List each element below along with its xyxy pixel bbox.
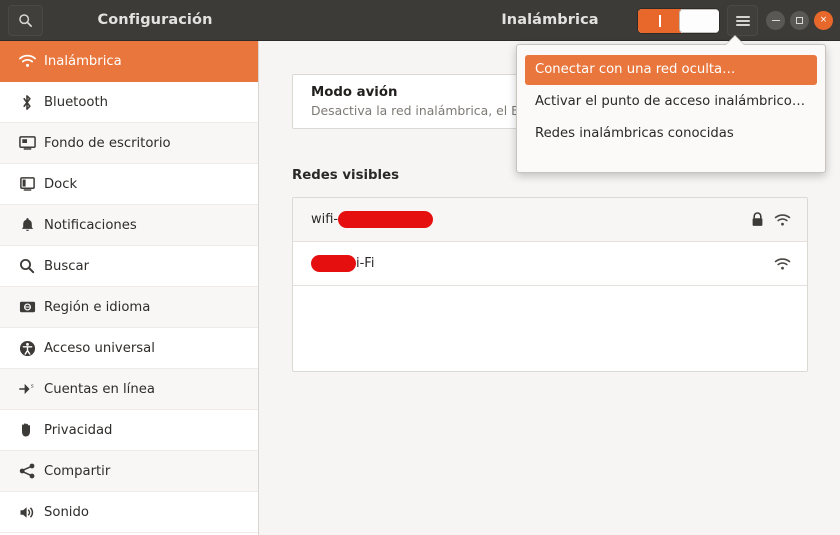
sidebar-item-inalambrica[interactable]: Inalámbrica bbox=[0, 41, 258, 82]
sidebar-item-label: Buscar bbox=[44, 258, 90, 274]
sidebar-item-region-e-idioma[interactable]: Región e idioma bbox=[0, 287, 258, 328]
wireless-menu-button[interactable] bbox=[727, 5, 758, 36]
accessibility-icon bbox=[14, 340, 40, 357]
redaction-block bbox=[338, 211, 434, 228]
toggle-on-side bbox=[638, 9, 681, 33]
maximize-icon bbox=[796, 17, 803, 24]
sidebar-item-sonido[interactable]: Sonido bbox=[0, 492, 258, 533]
close-icon: × bbox=[819, 15, 828, 25]
wifi-icon bbox=[14, 54, 40, 68]
network-row[interactable]: i-Fi bbox=[293, 242, 807, 286]
bell-icon bbox=[14, 217, 40, 233]
dock-icon bbox=[14, 176, 40, 192]
visible-networks-heading: Redes visibles bbox=[292, 168, 400, 183]
sidebar-item-label: Fondo de escritorio bbox=[44, 135, 171, 151]
app-title: Configuración bbox=[97, 12, 213, 28]
sidebar-item-label: Cuentas en línea bbox=[44, 381, 155, 397]
search-button[interactable] bbox=[8, 5, 43, 36]
redaction-block bbox=[311, 255, 356, 272]
bluetooth-icon bbox=[14, 94, 40, 111]
network-name-suffix: i-Fi bbox=[356, 256, 375, 271]
minimize-button[interactable] bbox=[766, 11, 785, 30]
globe-keyboard-icon bbox=[14, 300, 40, 314]
sidebar-item-bluetooth[interactable]: Bluetooth bbox=[0, 82, 258, 123]
wallpaper-icon bbox=[14, 135, 40, 151]
toggle-on-mark bbox=[658, 15, 661, 27]
network-row[interactable]: wifi- bbox=[293, 198, 807, 242]
network-row-icons bbox=[751, 212, 791, 227]
minimize-icon bbox=[771, 19, 780, 22]
menu-item-enable-hotspot[interactable]: Activar el punto de acceso inalámbrico… bbox=[525, 87, 817, 117]
online-accounts-icon: s bbox=[14, 381, 40, 397]
hamburger-menu-icon bbox=[735, 14, 750, 28]
lock-icon bbox=[752, 212, 763, 226]
wifi-signal-icon bbox=[774, 257, 791, 270]
hand-icon bbox=[14, 422, 40, 438]
close-button[interactable]: × bbox=[814, 11, 833, 30]
network-name: wifi- bbox=[311, 211, 434, 228]
network-name-prefix: wifi- bbox=[311, 212, 339, 227]
sidebar: Inalámbrica Bluetooth Fondo de escritori… bbox=[0, 41, 259, 535]
sidebar-item-acceso-universal[interactable]: Acceso universal bbox=[0, 328, 258, 369]
network-name: i-Fi bbox=[311, 255, 374, 272]
sidebar-item-compartir[interactable]: Compartir bbox=[0, 451, 258, 492]
menu-item-connect-hidden-network[interactable]: Conectar con una red oculta… bbox=[525, 55, 817, 85]
sidebar-item-label: Dock bbox=[44, 176, 78, 192]
settings-window: Configuración Inalámbrica × Inalámbrica … bbox=[0, 0, 840, 535]
sidebar-item-label: Sonido bbox=[44, 504, 89, 520]
sidebar-item-label: Notificaciones bbox=[44, 217, 137, 233]
sidebar-item-fondo-de-escritorio[interactable]: Fondo de escritorio bbox=[0, 123, 258, 164]
sidebar-item-label: Privacidad bbox=[44, 422, 113, 438]
window-controls: × bbox=[766, 11, 833, 30]
speaker-icon bbox=[14, 505, 40, 520]
titlebar: Configuración Inalámbrica × bbox=[0, 0, 840, 41]
network-row-icons bbox=[774, 257, 791, 271]
toggle-knob bbox=[679, 9, 719, 33]
sidebar-item-notificaciones[interactable]: Notificaciones bbox=[0, 205, 258, 246]
share-icon bbox=[14, 463, 40, 479]
sidebar-item-label: Región e idioma bbox=[44, 299, 151, 315]
sidebar-item-dock[interactable]: Dock bbox=[0, 164, 258, 205]
search-icon bbox=[14, 258, 40, 274]
sidebar-item-buscar[interactable]: Buscar bbox=[0, 246, 258, 287]
wireless-options-menu: Conectar con una red oculta… Activar el … bbox=[516, 44, 826, 173]
svg-text:s: s bbox=[31, 383, 34, 389]
sidebar-item-label: Bluetooth bbox=[44, 94, 109, 110]
sidebar-item-cuentas-en-linea[interactable]: s Cuentas en línea bbox=[0, 369, 258, 410]
maximize-button[interactable] bbox=[790, 11, 809, 30]
menu-item-known-networks[interactable]: Redes inalámbricas conocidas bbox=[525, 119, 817, 149]
wireless-toggle-switch[interactable] bbox=[637, 8, 720, 34]
sidebar-item-label: Compartir bbox=[44, 463, 111, 479]
sidebar-item-label: Acceso universal bbox=[44, 340, 155, 356]
networks-list: wifi- i-Fi bbox=[292, 197, 808, 372]
sidebar-item-label: Inalámbrica bbox=[44, 53, 122, 69]
wifi-signal-icon bbox=[774, 213, 791, 226]
menu-pointer-arrow bbox=[726, 36, 744, 45]
sidebar-item-privacidad[interactable]: Privacidad bbox=[0, 410, 258, 451]
search-icon bbox=[19, 14, 32, 27]
